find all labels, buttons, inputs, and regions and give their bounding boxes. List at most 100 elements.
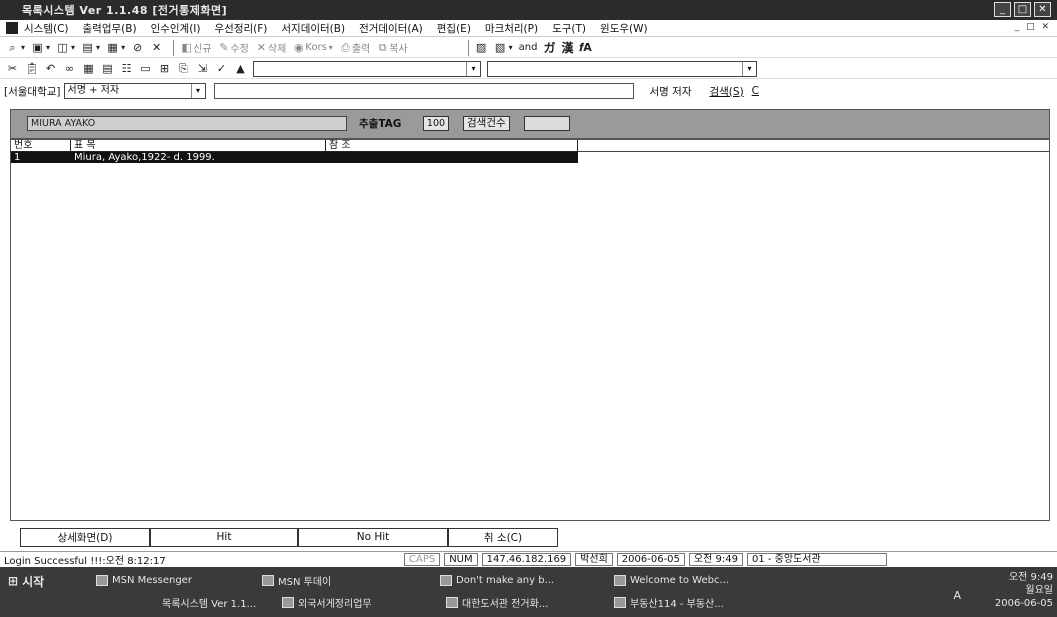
- search-field-select[interactable]: 서명 + 저자 ▾: [63, 83, 206, 99]
- menu-marc[interactable]: 마크처리(P): [485, 21, 538, 36]
- delete-button[interactable]: ✕ 삭제: [255, 40, 287, 55]
- extract-tag-label: 추출TAG: [359, 118, 402, 130]
- and-button[interactable]: and: [519, 42, 538, 53]
- close-button[interactable]: ✕: [1034, 2, 1051, 17]
- new-button[interactable]: ◧ 신규: [180, 40, 211, 55]
- window-title: 목록시스템 Ver 1.1.48 [전거통제화면]: [22, 4, 228, 17]
- format2-tool-button[interactable]: ▧ ▾: [494, 41, 513, 54]
- chevron-down-icon: ▾: [508, 43, 513, 52]
- copy-button[interactable]: ⧉ 복사: [376, 40, 408, 55]
- cancel-button[interactable]: 취 소(C): [448, 527, 558, 547]
- grid-button[interactable]: ▦: [82, 62, 95, 75]
- maximize-button[interactable]: □: [1014, 2, 1031, 17]
- undo-button[interactable]: ↶: [44, 62, 57, 75]
- cut-button[interactable]: ✂: [6, 62, 19, 75]
- task-catalog-system[interactable]: 목록시스템 Ver 1.1...: [162, 593, 256, 611]
- messenger-icon: [96, 574, 108, 586]
- no-hit-button[interactable]: No Hit: [298, 527, 448, 547]
- task-label: Don't make any b...: [456, 574, 555, 586]
- list-button[interactable]: ☷: [120, 62, 133, 75]
- task-browser-2[interactable]: Welcome to Webc...: [614, 571, 729, 589]
- minimize-button[interactable]: _: [994, 2, 1011, 17]
- task-msn-today[interactable]: MSN 투데이: [262, 571, 331, 589]
- alert-icon: ▲: [236, 62, 245, 75]
- search-button[interactable]: 검색(S): [709, 84, 743, 99]
- menu-bib-data[interactable]: 서지데이터(B): [281, 21, 345, 36]
- task-realestate[interactable]: 부동산114 - 부동산...: [614, 593, 724, 611]
- extract-tag-field[interactable]: 100: [423, 116, 449, 131]
- chevron-down-icon: ▾: [71, 43, 76, 52]
- marc-button[interactable]: ⊞: [158, 62, 171, 75]
- clear-button[interactable]: C: [752, 85, 759, 97]
- link-button[interactable]: ⎘: [177, 62, 190, 75]
- menu-edit[interactable]: 편집(E): [437, 21, 471, 36]
- find-button[interactable]: ∞: [63, 62, 76, 75]
- format-icon: ▧: [494, 41, 506, 54]
- katakana-button[interactable]: ガ: [543, 39, 555, 56]
- browser-icon: [440, 574, 452, 586]
- toolbar-separator: [173, 39, 175, 56]
- menu-priority[interactable]: 우선정리(F): [215, 21, 268, 36]
- hit-button[interactable]: Hit: [150, 527, 298, 547]
- spell-button[interactable]: ✓: [215, 62, 228, 75]
- column-header-reference[interactable]: 참 조: [326, 140, 578, 151]
- edit-button[interactable]: ✎ 수정: [217, 40, 249, 55]
- search-tool-button[interactable]: ⌕ ▾: [6, 41, 25, 54]
- clock-time[interactable]: 오전 9:49: [995, 571, 1053, 584]
- kor-icon: ◉: [293, 41, 304, 54]
- cut-icon: ✂: [7, 62, 18, 75]
- detail-view-button[interactable]: 상세화면(D): [20, 527, 150, 547]
- chevron-down-icon: ▾: [190, 84, 205, 98]
- menu-handover[interactable]: 인수인계(I): [151, 21, 201, 36]
- print-button[interactable]: ⎙ 출력: [339, 40, 370, 55]
- num-indicator: NUM: [444, 553, 478, 566]
- menu-authority-data[interactable]: 전거데이터(A): [359, 21, 423, 36]
- menu-tools[interactable]: 도구(T): [552, 21, 586, 36]
- menu-bar: 시스템(C) 출력업무(B) 인수인계(I) 우선정리(F) 서지데이터(B) …: [0, 20, 1057, 37]
- paste-button[interactable]: 📋︎: [25, 62, 39, 75]
- task-msn-messenger[interactable]: MSN Messenger: [96, 571, 192, 589]
- format-tool-button[interactable]: ▨: [475, 41, 488, 54]
- format-icon: ▨: [475, 41, 487, 54]
- task-label: Welcome to Webc...: [630, 574, 729, 586]
- image-tool-button[interactable]: ▤ ▾: [81, 41, 100, 54]
- font-button[interactable]: 𝒇A: [580, 41, 592, 55]
- save-tool-button[interactable]: ▦ ▾: [106, 41, 125, 54]
- toolbar-combo-1[interactable]: ▾: [253, 60, 481, 77]
- export-button[interactable]: ⇲: [196, 62, 209, 75]
- task-foreign-processing[interactable]: 외국서게정리업무: [282, 593, 372, 611]
- task-authority[interactable]: 대한도서관 전거화...: [446, 593, 548, 611]
- menu-system[interactable]: 시스템(C): [24, 21, 69, 36]
- mdi-controls[interactable]: _ □ ✕: [1015, 22, 1051, 32]
- close-tool-button[interactable]: ✕: [150, 41, 163, 54]
- menu-output[interactable]: 출력업무(B): [83, 21, 137, 36]
- branch-label: 01 - 중앙도서관: [746, 553, 887, 566]
- document-icon: ◫: [57, 41, 68, 54]
- status-message: Login Successful !!!:오전 8:12:17: [4, 556, 166, 567]
- kor-button[interactable]: ◉ Kors ▾: [292, 41, 333, 54]
- table-button[interactable]: ▤: [101, 62, 114, 75]
- clock-day: 월요일: [1025, 585, 1053, 596]
- result-count-field[interactable]: [524, 116, 570, 131]
- column-header-heading[interactable]: 표 목: [71, 140, 326, 151]
- query-text-field[interactable]: MIURA AYAKO: [27, 116, 347, 131]
- card-button[interactable]: ▭: [139, 62, 152, 75]
- export-icon: ⇲: [197, 62, 208, 75]
- task-label: 목록시스템 Ver 1.1...: [162, 598, 257, 610]
- link-tool-button[interactable]: ⊘: [131, 41, 144, 54]
- column-header-number[interactable]: 번호: [11, 140, 71, 151]
- menu-window[interactable]: 윈도우(W): [600, 21, 648, 36]
- alert-button[interactable]: ▲: [234, 62, 247, 75]
- start-button[interactable]: ⊞ 시작: [8, 573, 44, 589]
- table-row[interactable]: 1 Miura, Ayako,1922- d. 1999.: [11, 152, 578, 163]
- ime-indicator[interactable]: A: [953, 589, 961, 602]
- toolbar-combo-2[interactable]: ▾: [487, 60, 757, 77]
- search-input[interactable]: [213, 83, 634, 99]
- print-label: 출력: [351, 44, 371, 55]
- results-grid[interactable]: 번호 표 목 참 조 1 Miura, Ayako,1922- d. 1999.: [10, 139, 1050, 521]
- hanja-button[interactable]: 漢: [561, 39, 573, 56]
- table-icon: ▤: [102, 62, 113, 75]
- copy-tool-button[interactable]: ◫ ▾: [56, 41, 75, 54]
- record-tool-button[interactable]: ▣ ▾: [31, 41, 50, 54]
- task-browser-1[interactable]: Don't make any b...: [440, 571, 554, 589]
